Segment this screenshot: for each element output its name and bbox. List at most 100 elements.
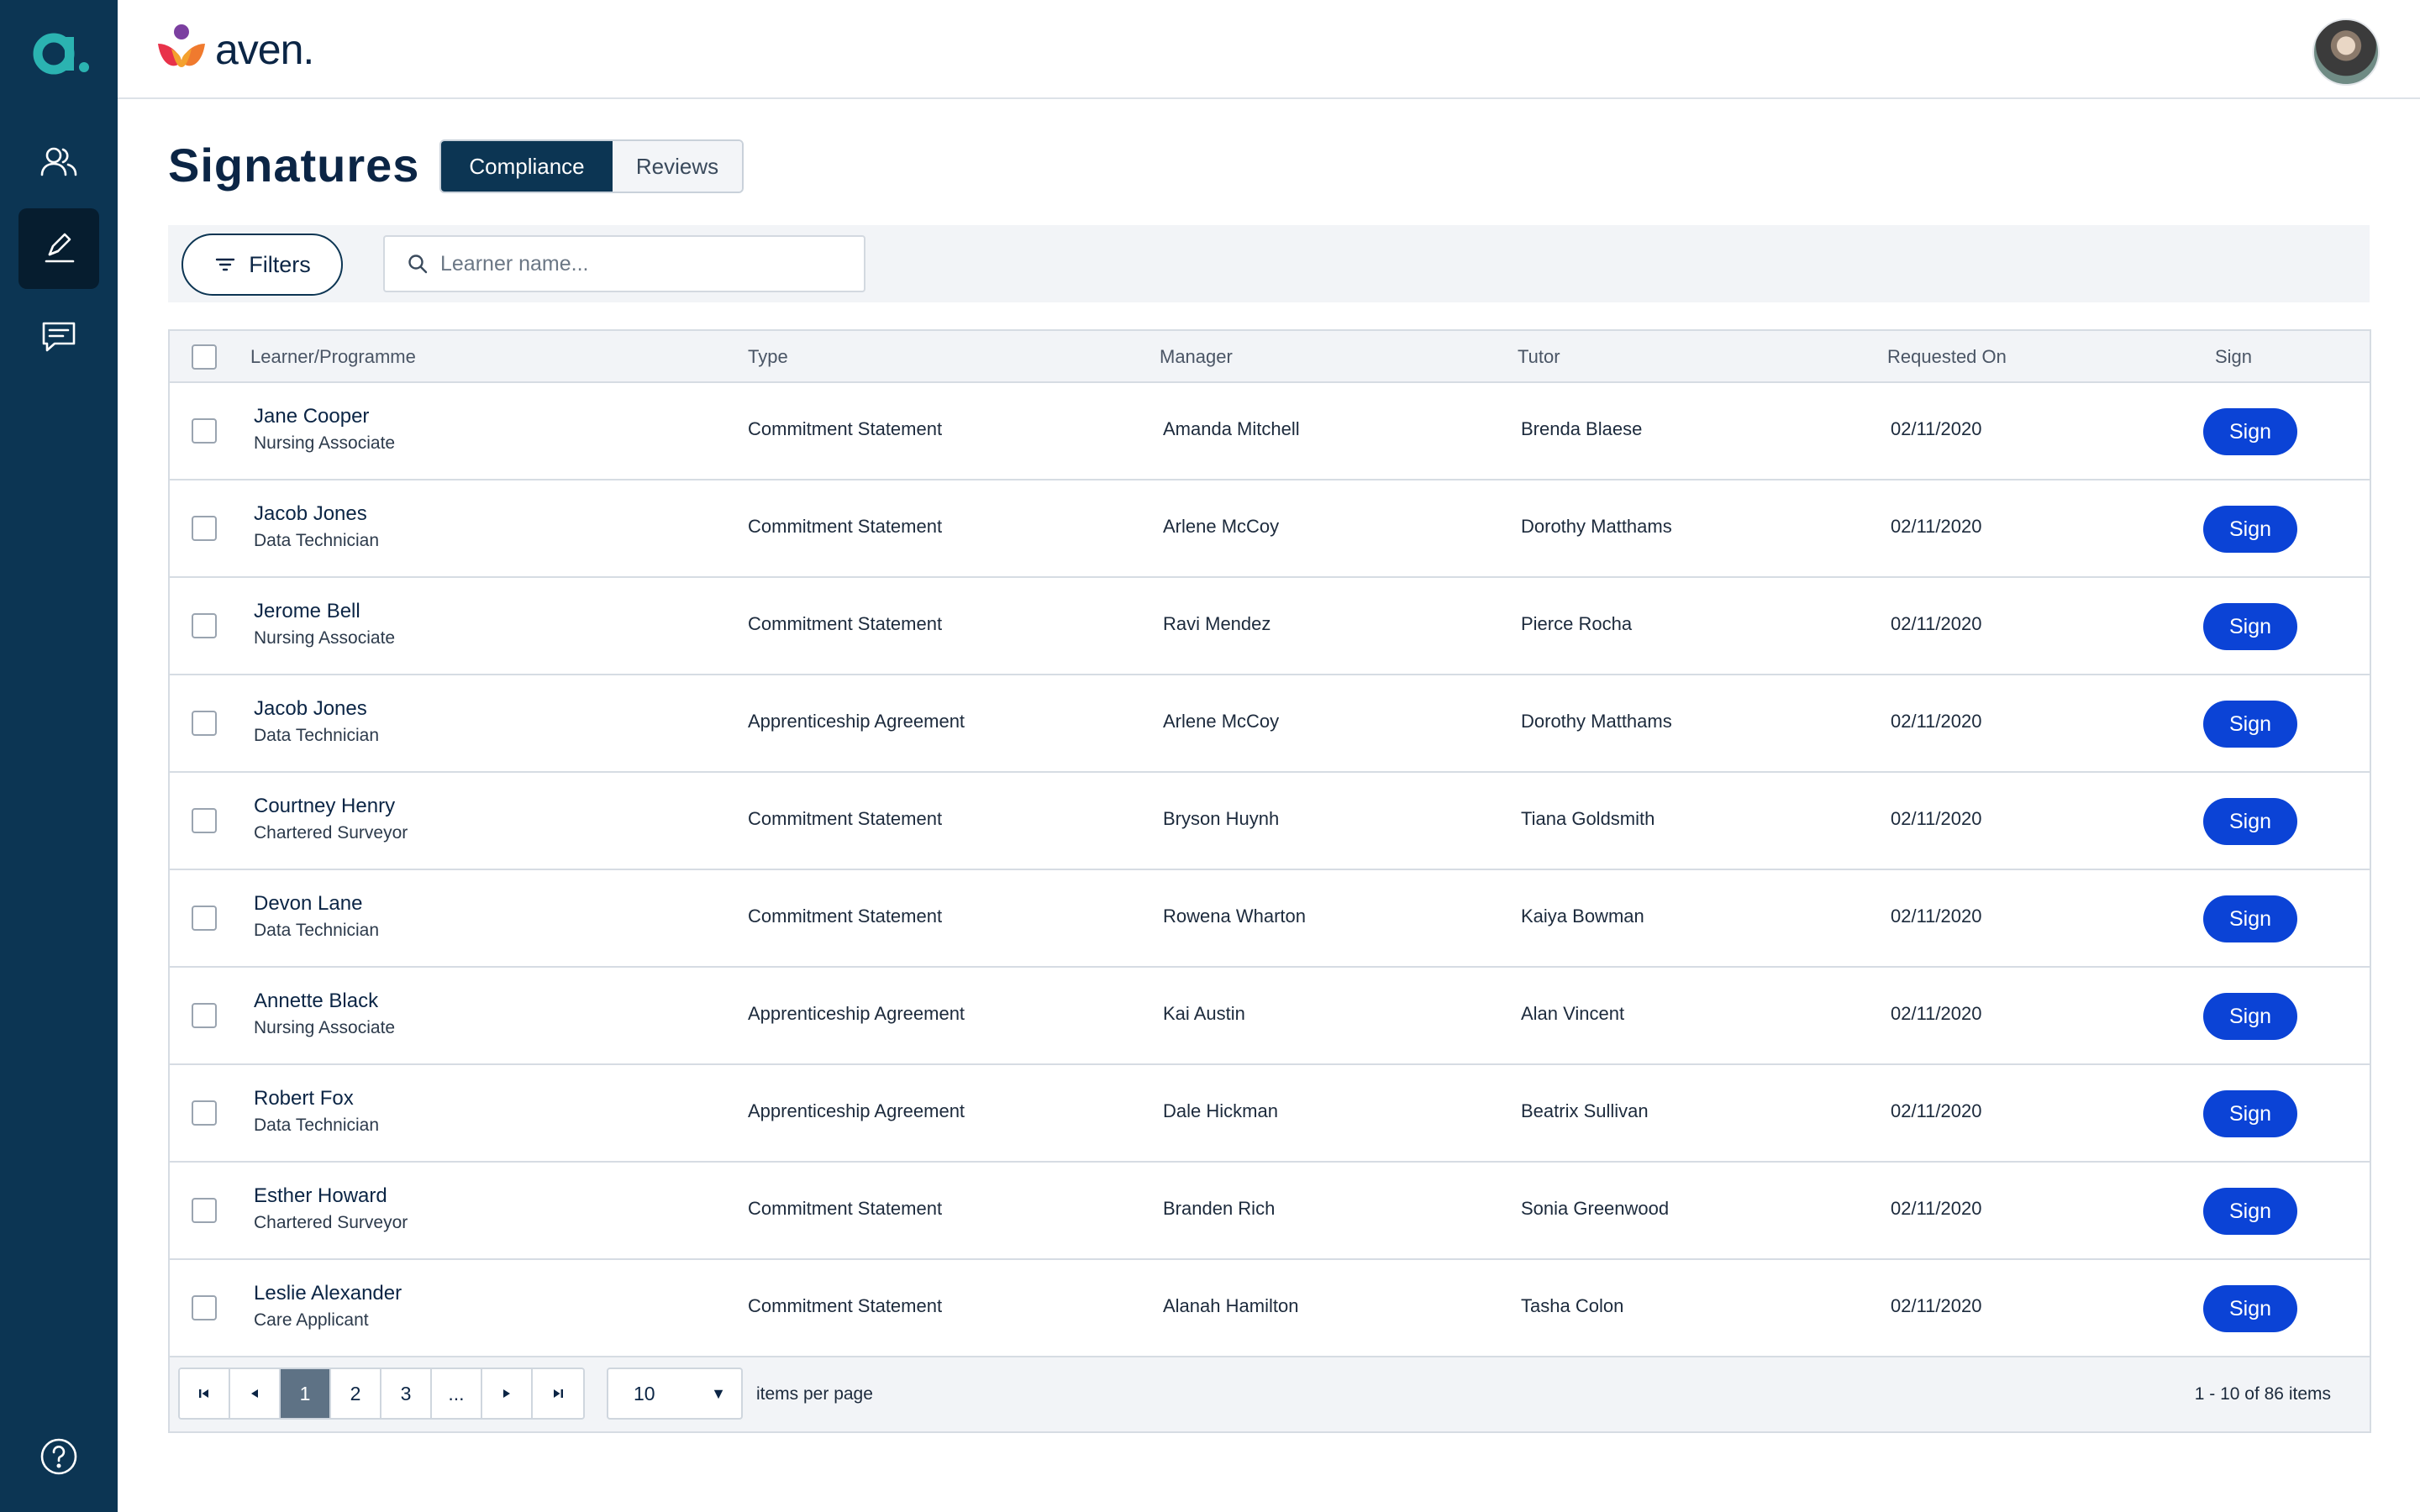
app-logo-icon[interactable] — [25, 22, 92, 82]
sign-button[interactable]: Sign — [2203, 603, 2297, 650]
programme-name: Data Technician — [254, 531, 380, 550]
search-icon — [408, 255, 428, 274]
learner-name[interactable]: Jane Cooper — [254, 405, 369, 428]
table-header: Learner/Programme Type Manager Tutor Req… — [170, 331, 2370, 383]
chat-icon — [42, 322, 76, 352]
page-button-3[interactable]: 3 — [381, 1369, 432, 1418]
manager-name: Bryson Huynh — [1163, 808, 1280, 829]
column-header-manager[interactable]: Manager — [1160, 346, 1233, 368]
agreement-type: Commitment Statement — [748, 613, 943, 634]
column-header-learner[interactable]: Learner/Programme — [250, 346, 416, 368]
filter-bar: Filters — [168, 225, 2370, 302]
column-header-type[interactable]: Type — [748, 346, 788, 368]
manager-name: Amanda Mitchell — [1163, 418, 1300, 439]
requested-date: 02/11/2020 — [1891, 1198, 1982, 1219]
row-checkbox[interactable] — [192, 516, 217, 541]
tab-reviews[interactable]: Reviews — [613, 141, 742, 192]
table-row: Leslie Alexander Care Applicant Commitme… — [170, 1260, 2370, 1357]
sign-button[interactable]: Sign — [2203, 1285, 2297, 1332]
pagination-range: 1 - 10 of 86 items — [2194, 1384, 2331, 1404]
learner-name[interactable]: Jacob Jones — [254, 502, 367, 526]
learner-name[interactable]: Annette Black — [254, 990, 378, 1013]
brand-flower-icon — [158, 24, 205, 67]
page-button-more[interactable]: ... — [432, 1369, 482, 1418]
next-page-icon — [503, 1389, 510, 1398]
row-checkbox[interactable] — [192, 613, 217, 638]
sign-button[interactable]: Sign — [2203, 701, 2297, 748]
tutor-name: Pierce Rocha — [1521, 613, 1633, 634]
row-checkbox[interactable] — [192, 1100, 217, 1126]
next-page-button[interactable] — [482, 1369, 533, 1418]
user-avatar[interactable] — [2312, 18, 2380, 86]
main-content: Signatures Compliance Reviews Filters Le… — [118, 101, 2420, 1512]
sign-button[interactable]: Sign — [2203, 993, 2297, 1040]
requested-date: 02/11/2020 — [1891, 1003, 1982, 1024]
sign-button[interactable]: Sign — [2203, 1090, 2297, 1137]
table-row: Jane Cooper Nursing Associate Commitment… — [170, 383, 2370, 480]
first-page-icon — [199, 1389, 208, 1398]
sidebar-item-signatures[interactable] — [18, 208, 99, 289]
filters-button[interactable]: Filters — [182, 234, 343, 296]
sidebar — [0, 0, 118, 1512]
page-title: Signatures — [168, 139, 420, 192]
select-all-checkbox[interactable] — [192, 344, 217, 370]
requested-date: 02/11/2020 — [1891, 1295, 1982, 1316]
programme-name: Nursing Associate — [254, 433, 396, 453]
requested-date: 02/11/2020 — [1891, 711, 1982, 732]
sign-button[interactable]: Sign — [2203, 1188, 2297, 1235]
page-button-1[interactable]: 1 — [281, 1369, 331, 1418]
learner-name[interactable]: Jerome Bell — [254, 600, 360, 623]
sign-button[interactable]: Sign — [2203, 798, 2297, 845]
tutor-name: Brenda Blaese — [1521, 418, 1643, 439]
agreement-type: Commitment Statement — [748, 418, 943, 439]
row-checkbox[interactable] — [192, 1295, 217, 1320]
brand-logo[interactable]: aven. — [155, 24, 314, 76]
column-header-sign: Sign — [2215, 346, 2253, 367]
column-header-tutor[interactable]: Tutor — [1518, 346, 1560, 368]
row-checkbox[interactable] — [192, 711, 217, 736]
tutor-name: Tasha Colon — [1521, 1295, 1624, 1316]
learner-name[interactable]: Leslie Alexander — [254, 1282, 402, 1305]
agreement-type: Commitment Statement — [748, 808, 943, 829]
sign-button[interactable]: Sign — [2203, 408, 2297, 455]
manager-name: Arlene McCoy — [1163, 711, 1280, 732]
learner-name[interactable]: Devon Lane — [254, 892, 362, 916]
column-header-requested-on[interactable]: Requested On — [1887, 346, 2007, 368]
learner-name[interactable]: Courtney Henry — [254, 795, 395, 818]
pagination: 1 2 3 ... — [178, 1368, 585, 1420]
learner-search-input[interactable] — [440, 251, 844, 276]
learner-name[interactable]: Esther Howard — [254, 1184, 387, 1208]
sign-button[interactable]: Sign — [2203, 895, 2297, 942]
items-per-page-select[interactable]: 10 ▼ — [607, 1368, 743, 1420]
sidebar-item-messages[interactable] — [18, 297, 99, 377]
row-checkbox[interactable] — [192, 418, 217, 444]
sign-button[interactable]: Sign — [2203, 506, 2297, 553]
tutor-name: Kaiya Bowman — [1521, 906, 1644, 927]
first-page-button[interactable] — [180, 1369, 230, 1418]
manager-name: Rowena Wharton — [1163, 906, 1306, 927]
agreement-type: Apprenticeship Agreement — [748, 1003, 965, 1024]
row-checkbox[interactable] — [192, 1198, 217, 1223]
tab-compliance[interactable]: Compliance — [441, 141, 613, 192]
requested-date: 02/11/2020 — [1891, 808, 1982, 829]
previous-page-button[interactable] — [230, 1369, 281, 1418]
learner-name[interactable]: Robert Fox — [254, 1087, 354, 1110]
manager-name: Kai Austin — [1163, 1003, 1245, 1024]
requested-date: 02/11/2020 — [1891, 516, 1982, 537]
agreement-type: Apprenticeship Agreement — [748, 1100, 965, 1121]
table-row: Annette Black Nursing Associate Apprenti… — [170, 968, 2370, 1065]
page-button-2[interactable]: 2 — [331, 1369, 381, 1418]
table-row: Jerome Bell Nursing Associate Commitment… — [170, 578, 2370, 675]
sidebar-item-users[interactable] — [18, 122, 99, 202]
help-button[interactable] — [18, 1416, 99, 1497]
manager-name: Dale Hickman — [1163, 1100, 1278, 1121]
row-checkbox[interactable] — [192, 1003, 217, 1028]
programme-name: Nursing Associate — [254, 628, 396, 648]
programme-name: Nursing Associate — [254, 1018, 396, 1037]
learner-name[interactable]: Jacob Jones — [254, 697, 367, 721]
tutor-name: Beatrix Sullivan — [1521, 1100, 1649, 1121]
row-checkbox[interactable] — [192, 808, 217, 833]
filter-icon — [216, 258, 235, 271]
last-page-button[interactable] — [533, 1369, 583, 1418]
row-checkbox[interactable] — [192, 906, 217, 931]
